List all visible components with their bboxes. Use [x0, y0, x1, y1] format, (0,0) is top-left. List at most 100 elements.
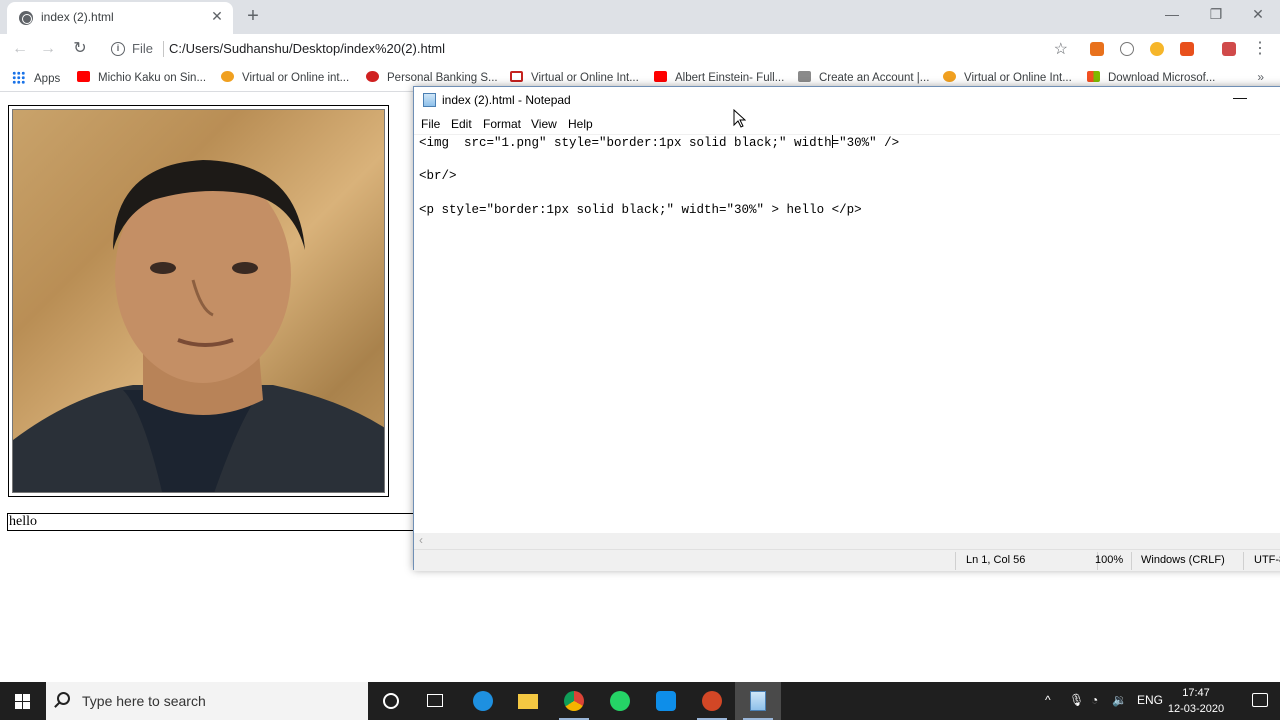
- system-clock[interactable]: 17:47 12-03-2020: [1166, 685, 1226, 717]
- notepad-taskbar-app[interactable]: [735, 682, 781, 720]
- code-line: <br/>: [419, 169, 457, 183]
- apps-grid-icon: [12, 71, 25, 84]
- powerpoint-taskbar-app[interactable]: [689, 682, 735, 720]
- menu-help[interactable]: Help: [568, 117, 593, 131]
- screen: { "browser": { "tab_title": "index (2).h…: [0, 0, 1280, 720]
- divider: [163, 41, 164, 57]
- clock-time: 17:47: [1182, 687, 1210, 699]
- bank-icon: [366, 71, 379, 82]
- notepad-icon: [750, 691, 766, 711]
- task-view-icon: [427, 694, 443, 707]
- teamviewer-icon: [656, 691, 676, 711]
- task-view-button[interactable]: [412, 682, 458, 720]
- extension-icon[interactable]: [1222, 42, 1236, 56]
- browser-toolbar: ← → ↻ i File C:/Users/Sudhanshu/Desktop/…: [0, 34, 1280, 64]
- whatsapp-taskbar-app[interactable]: [597, 682, 643, 720]
- start-button[interactable]: [0, 682, 46, 720]
- whatsapp-icon: [610, 691, 630, 711]
- cortana-icon: [383, 693, 399, 709]
- account-icon: [798, 71, 811, 82]
- scroll-left-icon[interactable]: ‹: [419, 533, 423, 547]
- file-explorer-taskbar-app[interactable]: [505, 682, 551, 720]
- scheme-label: File: [132, 41, 153, 56]
- windows-taskbar: Type here to search ^ 🎙 ◔ 🔉 ENG 17:47 12…: [0, 682, 1280, 720]
- menu-edit[interactable]: Edit: [451, 117, 472, 131]
- cortana-button[interactable]: [368, 682, 414, 720]
- edge-taskbar-app[interactable]: [460, 682, 506, 720]
- more-bookmarks-button[interactable]: »: [1257, 70, 1264, 84]
- microsoft-icon: [1087, 71, 1100, 82]
- divider: [1131, 552, 1132, 570]
- notepad-title: index (2).html - Notepad: [442, 93, 571, 107]
- divider: [955, 552, 956, 570]
- browser-tab[interactable]: index (2).html ✕: [7, 2, 233, 34]
- code-line: <p style="border:1px solid black;" width…: [419, 203, 862, 217]
- folder-icon: [518, 694, 538, 709]
- clock-date: 12-03-2020: [1167, 703, 1225, 715]
- bookmark-item[interactable]: Virtual or Online Int...: [943, 71, 1072, 87]
- bookmark-star-icon[interactable]: ☆: [1054, 39, 1068, 59]
- tab-title: index (2).html: [41, 10, 114, 24]
- notepad-statusbar: Ln 1, Col 56 100% Windows (CRLF) UTF-8: [414, 549, 1280, 571]
- notepad-editor[interactable]: <img src="1.png" style="border:1px solid…: [414, 134, 1280, 534]
- bookmark-item[interactable]: Albert Einstein- Full...: [654, 71, 784, 87]
- extension-icon[interactable]: [1180, 42, 1194, 56]
- close-tab-icon[interactable]: ✕: [209, 8, 225, 24]
- close-window-button[interactable]: ✕: [1236, 0, 1280, 30]
- back-button[interactable]: ←: [9, 38, 31, 60]
- youtube-icon: [654, 71, 667, 82]
- menu-view[interactable]: View: [531, 117, 557, 131]
- taskbar-search[interactable]: Type here to search: [46, 682, 368, 720]
- new-tab-button[interactable]: +: [242, 5, 264, 27]
- minimize-button[interactable]: —: [1230, 89, 1250, 109]
- bookmark-item[interactable]: Download Microsof...: [1087, 71, 1215, 87]
- portrait-illustration: [13, 160, 384, 492]
- encoding: UTF-8: [1254, 554, 1280, 566]
- notepad-icon: [423, 93, 436, 107]
- teamviewer-taskbar-app[interactable]: [643, 682, 689, 720]
- menu-dots-icon[interactable]: ⋮: [1249, 38, 1271, 60]
- reload-button[interactable]: ↻: [69, 38, 91, 60]
- divider: [1243, 552, 1244, 570]
- notepad-titlebar[interactable]: index (2).html - Notepad —: [414, 87, 1280, 114]
- edge-icon: [473, 691, 493, 711]
- menu-file[interactable]: File: [421, 117, 440, 131]
- mouse-pointer-icon: [733, 109, 746, 128]
- restore-window-button[interactable]: ❐: [1194, 0, 1238, 30]
- extension-icon[interactable]: [1120, 42, 1134, 56]
- minimize-window-button[interactable]: —: [1150, 0, 1194, 30]
- action-center-icon[interactable]: [1252, 693, 1268, 707]
- microphone-icon[interactable]: 🎙: [1069, 693, 1084, 707]
- bookmark-item[interactable]: Virtual or Online int...: [221, 71, 349, 87]
- site-icon: [943, 71, 956, 82]
- chrome-icon: [564, 691, 584, 711]
- volume-icon[interactable]: 🔉: [1112, 693, 1127, 707]
- chrome-taskbar-app[interactable]: [551, 682, 597, 720]
- bookmark-item[interactable]: Create an Account |...: [798, 71, 929, 87]
- extension-icon[interactable]: [1090, 42, 1104, 56]
- wifi-icon[interactable]: ◔: [1091, 693, 1098, 707]
- extension-icon[interactable]: [1150, 42, 1164, 56]
- address-bar[interactable]: i File C:/Users/Sudhanshu/Desktop/index%…: [104, 36, 1080, 62]
- bookmark-item[interactable]: Personal Banking S...: [366, 71, 498, 87]
- show-hidden-icons-chevron-icon[interactable]: ^: [1045, 693, 1051, 707]
- browser-tabstrip: index (2).html ✕ + — ❐ ✕: [0, 0, 1280, 34]
- notepad-menubar: File Edit Format View Help: [414, 114, 1280, 134]
- code-line: <img src="1.png" style="border:1px solid…: [419, 135, 900, 150]
- powerpoint-icon: [702, 691, 722, 711]
- notepad-window: index (2).html - Notepad — File Edit For…: [413, 86, 1280, 571]
- bookmark-item[interactable]: Virtual or Online Int...: [510, 71, 639, 87]
- info-icon[interactable]: i: [111, 42, 125, 56]
- image-frame: [8, 105, 389, 497]
- youtube-icon: [77, 71, 90, 82]
- zoom-level: 100%: [1095, 554, 1124, 566]
- language-indicator[interactable]: ENG: [1137, 693, 1163, 707]
- cursor-position: Ln 1, Col 56: [966, 554, 1026, 566]
- menu-format[interactable]: Format: [483, 117, 521, 131]
- horizontal-scrollbar[interactable]: ‹: [414, 533, 1280, 549]
- url-text[interactable]: C:/Users/Sudhanshu/Desktop/index%20(2).h…: [169, 41, 445, 56]
- hello-paragraph: hello: [7, 513, 427, 531]
- bookmark-apps[interactable]: Apps: [12, 71, 60, 87]
- forward-button[interactable]: →: [37, 38, 59, 60]
- bookmark-item[interactable]: Michio Kaku on Sin...: [77, 71, 206, 87]
